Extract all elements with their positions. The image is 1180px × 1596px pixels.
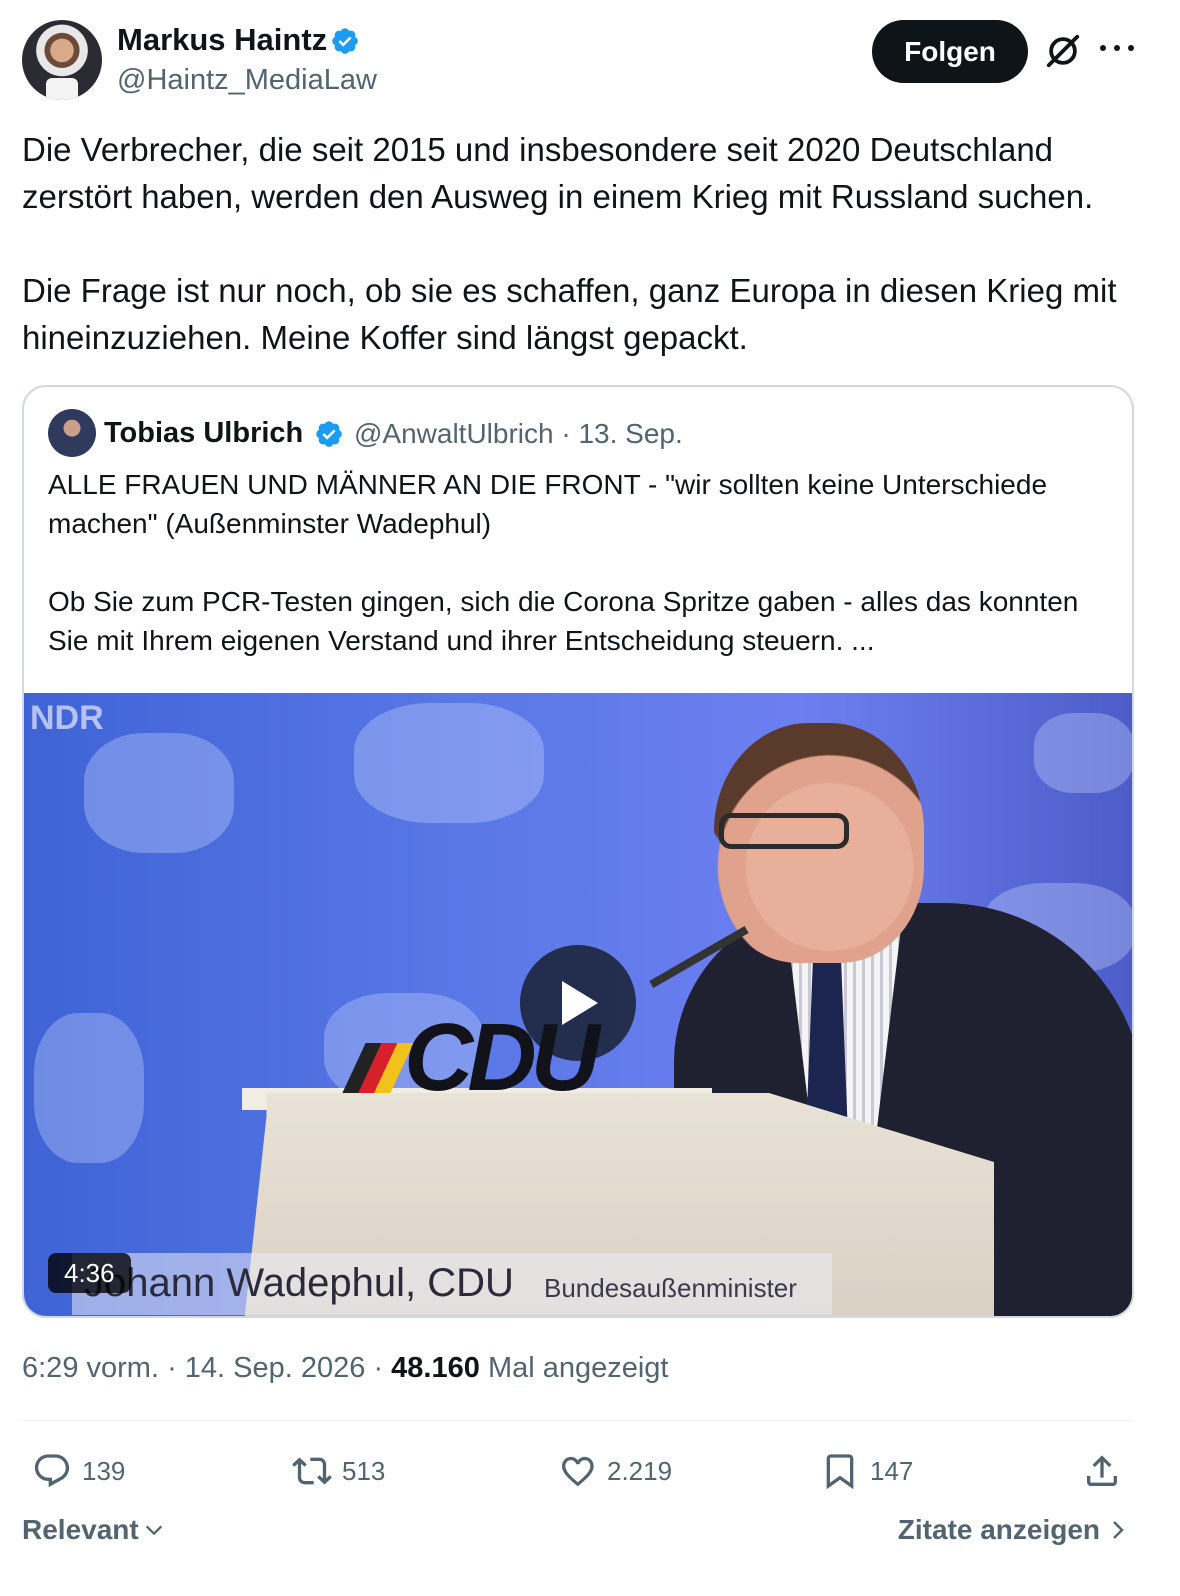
grok-icon[interactable] [1044,32,1082,70]
share-button[interactable] [1082,1446,1122,1496]
view-quotes-label: Zitate anzeigen [897,1514,1100,1545]
tweet-date[interactable]: 14. Sep. 2026 [185,1352,366,1384]
quote-author-name: Tobias Ulbrich [104,417,304,449]
quote-paragraph: Ob Sie zum PCR-Testen gingen, sich die C… [48,586,1079,656]
tweet-text: Die Verbrecher, die seit 2015 und insbes… [22,126,1152,361]
bookmark-icon [826,1454,854,1490]
video-watermark: NDR [30,699,104,737]
like-button[interactable]: 2.219 [557,1446,672,1496]
repost-button[interactable]: 513 [292,1446,385,1496]
tweet-time[interactable]: 6:29 vorm. [22,1352,159,1384]
sort-dropdown[interactable]: Relevant [22,1514,165,1546]
author-avatar[interactable] [22,20,102,100]
sort-label: Relevant [22,1514,139,1545]
more-icon[interactable] [1100,42,1134,54]
quote-paragraph: ALLE FRAUEN UND MÄNNER AN DIE FRONT - "w… [48,469,1048,539]
view-label: Mal angezeigt [487,1352,669,1384]
tweet-paragraph: Die Frage ist nur noch, ob sie es schaff… [22,272,1117,356]
speaker-glasses [719,813,849,849]
video-duration: 4:36 [48,1253,131,1293]
play-icon [562,981,598,1025]
reply-count: 139 [82,1455,126,1486]
quote-text: ALLE FRAUEN UND MÄNNER AN DIE FRONT - "w… [48,465,1114,660]
action-bar: 139 513 2.219 147 [22,1446,1134,1496]
verified-badge-icon[interactable] [330,26,360,56]
quote-meta: @AnwaltUlbrich · 13. Sep. [354,418,683,449]
quoted-tweet[interactable]: Tobias Ulbrich @AnwaltUlbrich · 13. Sep.… [22,385,1134,1318]
tweet-header: Markus Haintz @Haintz_MediaLaw Folgen [22,20,1158,100]
chevron-down-icon [145,1525,162,1536]
repost-icon [292,1457,332,1485]
repost-count: 513 [342,1455,386,1486]
bookmark-count: 147 [870,1455,914,1486]
author-name[interactable]: Markus Haintz [117,22,327,58]
reply-icon [34,1454,70,1488]
lower-third-role: Bundesaußenminister [544,1273,797,1303]
divider [22,1420,1134,1421]
video-player[interactable]: NDR CDU Johann Wadephul, CDU Bundesaußen… [24,693,1132,1316]
like-icon [562,1456,594,1487]
lower-third-name: Johann Wadephul, CDU [84,1261,514,1305]
view-count: 48.160 [391,1352,480,1384]
reply-button[interactable]: 139 [32,1446,125,1496]
author-handle[interactable]: @Haintz_MediaLaw [117,64,377,97]
play-button[interactable] [520,945,636,1061]
tweet-meta: 6:29 vorm. · 14. Sep. 2026 · 48.160 Mal … [22,1352,669,1384]
share-icon [1087,1455,1117,1486]
quote-author-avatar [48,409,96,457]
follow-button[interactable]: Folgen [872,20,1028,83]
view-quotes-link[interactable]: Zitate anzeigen [898,1514,1128,1546]
verified-badge-icon [316,421,342,447]
like-count: 2.219 [607,1455,673,1486]
tweet-paragraph: Die Verbrecher, die seit 2015 und insbes… [22,131,1094,215]
bookmark-button[interactable]: 147 [820,1446,913,1496]
chevron-right-icon [1113,1521,1124,1539]
